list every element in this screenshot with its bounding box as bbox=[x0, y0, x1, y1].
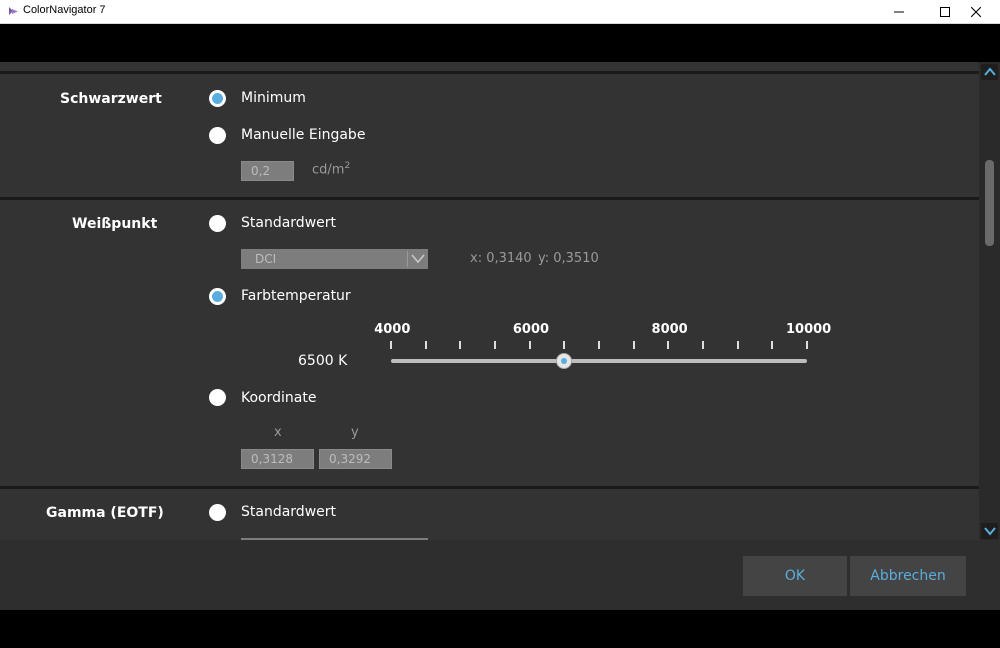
dialog-footer: OK Abbrechen bbox=[0, 540, 1000, 610]
slider-tick bbox=[632, 341, 635, 349]
schwarzwert-value-input[interactable]: 0,2 bbox=[241, 161, 294, 181]
chevron-down-icon bbox=[411, 254, 425, 264]
schwarzwert-label: Schwarzwert bbox=[60, 91, 162, 107]
cancel-button[interactable]: Abbrechen bbox=[850, 556, 966, 596]
header-band bbox=[0, 24, 1000, 62]
vertical-scrollbar[interactable] bbox=[979, 62, 1000, 540]
schwarzwert-unit: cd/m2 bbox=[312, 161, 350, 177]
unit-base: cd/m bbox=[312, 162, 345, 178]
slider-tick bbox=[494, 341, 496, 349]
close-icon bbox=[971, 7, 981, 17]
slider-tick bbox=[424, 341, 427, 349]
app-icon bbox=[9, 7, 18, 15]
divider bbox=[0, 486, 979, 489]
weisspunkt-koordinate-label: Koordinate bbox=[241, 390, 317, 406]
slider-tick bbox=[806, 341, 808, 349]
dropdown-value: DCI bbox=[255, 252, 277, 266]
temperature-slider-thumb[interactable] bbox=[556, 353, 573, 369]
gamma-standard-radio[interactable] bbox=[209, 504, 226, 521]
slider-tick bbox=[528, 341, 531, 349]
slider-tick bbox=[598, 341, 600, 349]
temperature-value: 6500 K bbox=[298, 353, 348, 369]
slider-tick bbox=[702, 341, 704, 349]
coordinate-y-label: y bbox=[351, 425, 359, 440]
coordinate-x-readout: x: 0,3140 bbox=[470, 251, 532, 266]
slider-tick bbox=[563, 341, 566, 349]
scroll-down-button[interactable] bbox=[981, 523, 998, 539]
slider-tick-label: 10000 bbox=[786, 322, 832, 337]
schwarzwert-manual-radio[interactable] bbox=[209, 127, 226, 144]
slider-tick-label: 8000 bbox=[651, 322, 688, 337]
bottom-band bbox=[0, 610, 1000, 648]
divider bbox=[0, 197, 979, 200]
coordinate-y-readout: y: 0,3510 bbox=[538, 251, 599, 266]
schwarzwert-minimum-radio[interactable] bbox=[209, 90, 226, 107]
gamma-standard-label: Standardwert bbox=[241, 504, 336, 520]
scroll-up-button[interactable] bbox=[981, 64, 998, 80]
coordinate-y-input[interactable]: 0,3292 bbox=[319, 449, 392, 469]
weisspunkt-label: Weißpunkt bbox=[72, 216, 158, 232]
chevron-down-icon bbox=[983, 527, 996, 536]
schwarzwert-minimum-label: Minimum bbox=[241, 90, 306, 106]
ok-button[interactable]: OK bbox=[743, 556, 847, 596]
weisspunkt-farbtemperatur-label: Farbtemperatur bbox=[241, 288, 351, 304]
title-bar: ColorNavigator 7 bbox=[0, 0, 1000, 24]
weisspunkt-standard-radio[interactable] bbox=[209, 215, 226, 232]
slider-tick bbox=[736, 341, 739, 349]
gamma-label: Gamma (EOTF) bbox=[46, 505, 164, 521]
unit-superscript: 2 bbox=[344, 161, 351, 171]
close-button[interactable] bbox=[953, 0, 999, 24]
window-title: ColorNavigator 7 bbox=[23, 4, 106, 16]
schwarzwert-manual-label: Manuelle Eingabe bbox=[241, 127, 366, 143]
minimize-button[interactable] bbox=[876, 0, 922, 24]
settings-panel: Schwarzwert Minimum Manuelle Eingabe 0,2… bbox=[0, 62, 979, 540]
maximize-icon bbox=[940, 7, 950, 17]
divider bbox=[0, 71, 979, 74]
slider-tick bbox=[771, 341, 774, 349]
weisspunkt-farbtemperatur-radio[interactable] bbox=[209, 288, 226, 305]
weisspunkt-standard-label: Standardwert bbox=[241, 215, 336, 231]
minimize-icon bbox=[894, 11, 904, 13]
slider-tick bbox=[390, 341, 392, 349]
temperature-slider-track[interactable] bbox=[391, 359, 807, 363]
slider-tick-label: 4000 bbox=[374, 322, 411, 337]
slider-tick-label: 6000 bbox=[512, 322, 550, 337]
chevron-up-icon bbox=[983, 67, 996, 76]
coordinate-x-input[interactable]: 0,3128 bbox=[241, 449, 314, 469]
slider-tick bbox=[459, 341, 462, 349]
coordinate-x-label: x bbox=[274, 425, 282, 440]
scrollbar-thumb[interactable] bbox=[985, 160, 994, 246]
weisspunkt-standard-dropdown[interactable]: DCI bbox=[241, 249, 428, 269]
dropdown-divider bbox=[407, 251, 408, 267]
weisspunkt-koordinate-radio[interactable] bbox=[209, 389, 226, 406]
slider-tick bbox=[667, 341, 670, 349]
